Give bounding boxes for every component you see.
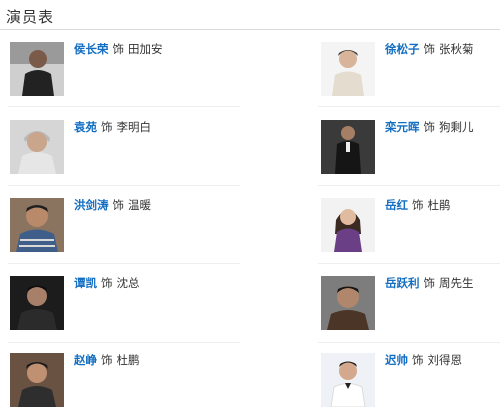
cast-item: 谭凯饰沈总 xyxy=(10,276,250,338)
row-divider xyxy=(318,342,500,343)
actor-name-link[interactable]: 洪剑涛 xyxy=(74,198,109,212)
role-connector: 饰 xyxy=(412,198,424,212)
role-connector: 饰 xyxy=(112,198,125,212)
role-name: 杜鹃 xyxy=(427,198,451,212)
actor-name-link[interactable]: 赵峥 xyxy=(74,353,97,367)
actor-photo[interactable] xyxy=(10,276,64,330)
actor-name-link[interactable]: 侯长荣 xyxy=(74,42,109,56)
role-name: 周先生 xyxy=(439,276,474,290)
actor-name-link[interactable]: 岳红 xyxy=(385,198,408,212)
actor-photo[interactable] xyxy=(10,353,64,407)
role-name: 杜鹏 xyxy=(116,353,140,367)
role-connector: 饰 xyxy=(423,120,436,134)
cast-item: 赵峥饰杜鹏 xyxy=(10,353,250,415)
cast-item: 岳红饰杜鹃 xyxy=(321,198,500,260)
role-connector: 饰 xyxy=(101,353,113,367)
role-name: 沈总 xyxy=(116,276,140,290)
row-divider xyxy=(8,106,240,107)
row-divider xyxy=(8,342,240,343)
role-connector: 饰 xyxy=(101,276,113,290)
row-divider xyxy=(318,263,500,264)
cast-item: 洪剑涛饰温暖 xyxy=(10,198,250,260)
role-name: 温暖 xyxy=(128,198,151,212)
actor-photo[interactable] xyxy=(321,353,375,407)
actor-photo[interactable] xyxy=(10,120,64,174)
page-title: 演员表 xyxy=(6,8,55,26)
row-divider xyxy=(318,106,500,107)
cast-item: 徐松子饰张秋菊 xyxy=(321,42,500,104)
actor-name-link[interactable]: 袁苑 xyxy=(74,120,97,134)
role-connector: 饰 xyxy=(101,120,113,134)
actor-name-link[interactable]: 徐松子 xyxy=(385,42,420,56)
cast-item: 岳跃利饰周先生 xyxy=(321,276,500,338)
role-name: 张秋菊 xyxy=(439,42,474,56)
role-connector: 饰 xyxy=(112,42,125,56)
role-name: 刘得恩 xyxy=(427,353,463,367)
actor-name-link[interactable]: 谭凯 xyxy=(74,276,97,290)
actor-photo[interactable] xyxy=(321,276,375,330)
actor-name-link[interactable]: 栾元晖 xyxy=(385,120,420,134)
cast-item: 袁苑饰李明白 xyxy=(10,120,250,182)
role-name: 狗剩儿 xyxy=(439,120,474,134)
role-connector: 饰 xyxy=(423,42,436,56)
role-connector: 饰 xyxy=(423,276,436,290)
actor-photo[interactable] xyxy=(10,42,64,96)
actor-photo[interactable] xyxy=(10,198,64,252)
cast-item: 栾元晖饰狗剩儿 xyxy=(321,120,500,182)
title-divider xyxy=(0,29,500,30)
row-divider xyxy=(8,185,240,186)
cast-item: 侯长荣饰田加安 xyxy=(10,42,250,104)
actor-name-link[interactable]: 迟帅 xyxy=(385,353,408,367)
actor-name-link[interactable]: 岳跃利 xyxy=(385,276,420,290)
cast-item: 迟帅饰刘得恩 xyxy=(321,353,500,415)
role-name: 李明白 xyxy=(116,120,152,134)
actor-photo[interactable] xyxy=(321,42,375,96)
row-divider xyxy=(318,185,500,186)
role-name: 田加安 xyxy=(128,42,163,56)
actor-photo[interactable] xyxy=(321,198,375,252)
actor-photo[interactable] xyxy=(321,120,375,174)
role-connector: 饰 xyxy=(412,353,424,367)
row-divider xyxy=(8,263,240,264)
